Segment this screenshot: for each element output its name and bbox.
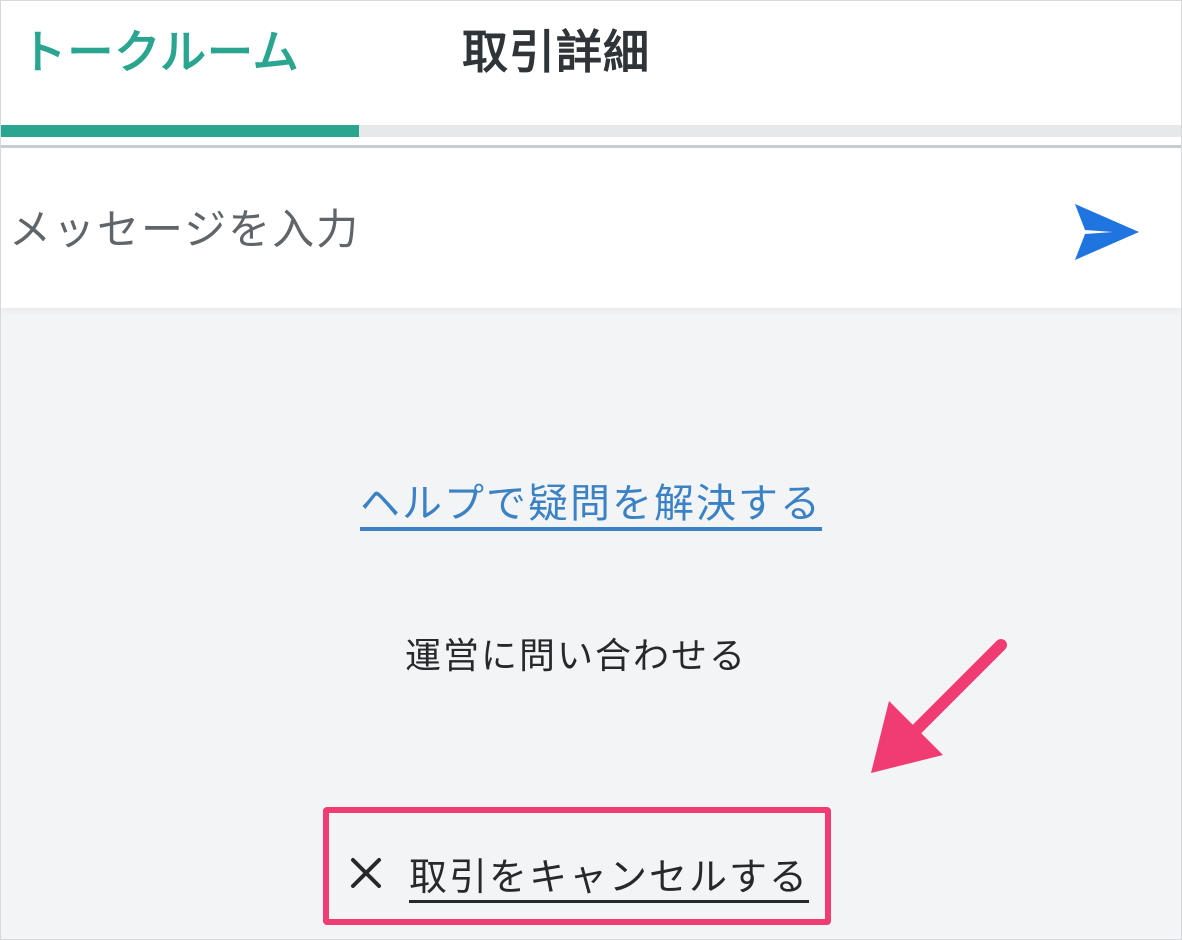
close-x-icon (351, 858, 381, 888)
active-tab-indicator (1, 125, 359, 137)
send-arrow-icon (1075, 204, 1139, 260)
pink-arrow-annotation (871, 639, 1007, 773)
tab-bar: トークルーム 取引詳細 (1, 1, 1181, 148)
message-compose-bar (1, 148, 1181, 309)
cancel-transaction-label: 取引をキャンセルする (409, 854, 810, 899)
tab-talk-room[interactable]: トークルーム (1, 1, 319, 131)
help-link[interactable]: ヘルプで疑問を解決する (1, 471, 1181, 529)
message-input[interactable] (7, 188, 1041, 270)
cancel-transaction-button[interactable]: 取引をキャンセルする (349, 843, 809, 903)
app-screen: トークルーム 取引詳細 ヘルプで疑問を解決する 運営に問い合わせる 取引をキャン… (0, 0, 1182, 940)
send-button[interactable] (1069, 200, 1145, 264)
tab-transaction-detail[interactable]: 取引詳細 (441, 1, 671, 131)
